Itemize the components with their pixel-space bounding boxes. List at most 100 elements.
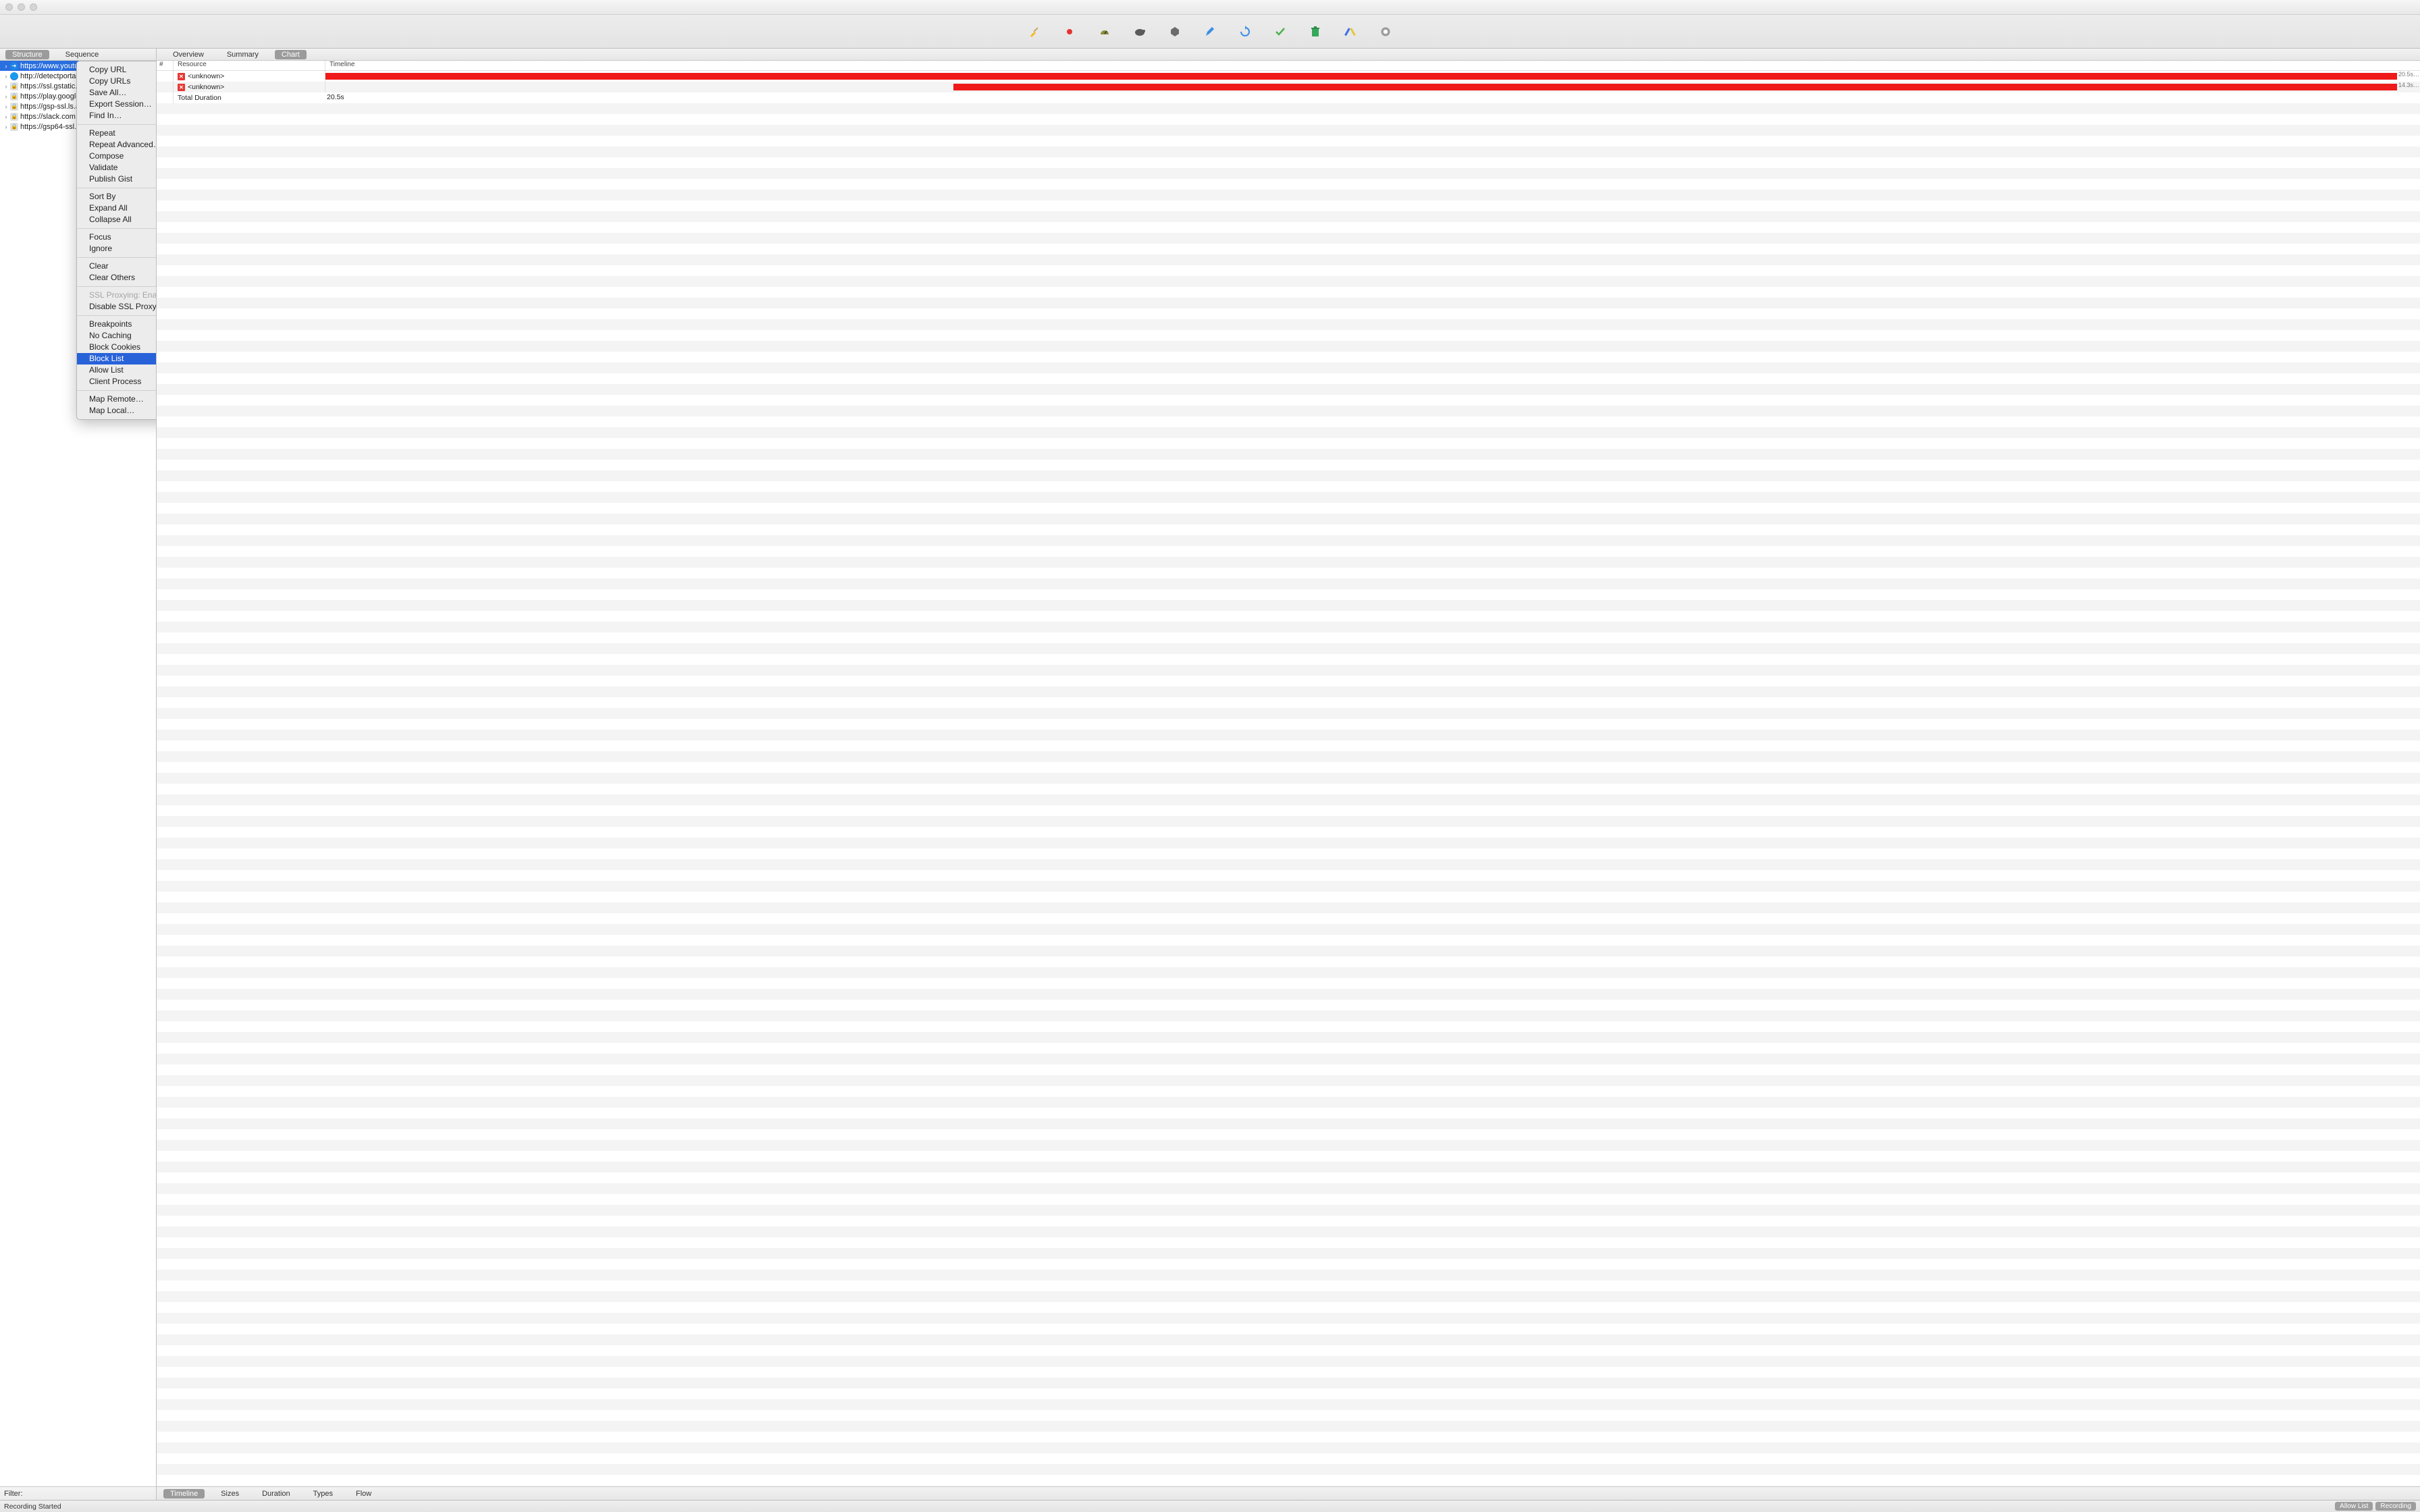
pen-icon[interactable] [1203,24,1217,39]
app-window: Structure Sequence ›➜https://www.youtube… [0,0,2420,1512]
left-panel: Structure Sequence ›➜https://www.youtube… [0,49,157,1500]
menu-item[interactable]: Find In… [77,110,156,122]
striped-bg [157,71,2420,1486]
close-icon[interactable] [5,3,13,11]
trash-icon[interactable] [1308,24,1323,39]
chevron-right-icon[interactable]: › [3,83,9,90]
status-allow-button[interactable]: Allow List [2335,1502,2373,1511]
menu-item[interactable]: Map Local… [77,405,156,416]
menu-item[interactable]: Block List [77,353,156,364]
menu-item[interactable]: Collapse All [77,214,156,225]
chart-header: # Resource Timeline [157,61,2420,71]
timeline-lane [325,82,2397,92]
menu-item[interactable]: Map Remote… [77,394,156,405]
chevron-right-icon[interactable]: › [3,73,9,80]
menu-item[interactable]: Save All… [77,87,156,99]
tab-timeline[interactable]: Timeline [163,1489,205,1498]
menu-item[interactable]: Ignore [77,243,156,254]
lock-icon: 🔒 [10,113,18,121]
menu-item[interactable]: Clear Others [77,272,156,284]
lock-icon: 🔒 [10,123,18,131]
tab-chart[interactable]: Chart [275,50,307,59]
timeline-bar [325,73,2397,80]
col-header-resource[interactable]: Resource [174,61,325,70]
menu-item[interactable]: Allow List [77,364,156,376]
menu-item: SSL Proxying: Enabled [77,290,156,301]
turtle-icon[interactable] [1132,24,1147,39]
menu-item[interactable]: Publish Gist [77,173,156,185]
throttle-icon[interactable] [1097,24,1112,39]
menu-separator [77,257,156,258]
host-tree[interactable]: ›➜https://www.youtube.com›🌐http://detect… [0,61,156,1486]
tab-structure[interactable]: Structure [5,50,49,59]
menu-item[interactable]: Breakpoints [77,319,156,330]
menu-separator [77,315,156,316]
tab-overview[interactable]: Overview [166,50,211,59]
chart-row[interactable]: ✕<unknown> 14.3s… [157,82,2420,92]
filter-bar: Filter: [0,1486,156,1500]
hex-icon[interactable] [1167,24,1182,39]
duration-label: 20.5s… [2397,71,2420,78]
titlebar [0,0,2420,15]
tab-summary[interactable]: Summary [220,50,265,59]
tools-icon[interactable] [1343,24,1358,39]
row-resource: ✕<unknown> [174,82,325,92]
refresh-icon[interactable] [1238,24,1253,39]
total-value-lane: 20.5s [325,92,2397,103]
status-recording-button[interactable]: Recording [2375,1502,2416,1511]
tab-sizes[interactable]: Sizes [214,1489,246,1498]
menu-item[interactable]: Compose [77,151,156,162]
menu-item[interactable]: Disable SSL Proxying [77,301,156,313]
tab-flow[interactable]: Flow [349,1489,378,1498]
status-bar: Recording Started Allow List Recording [0,1500,2420,1512]
menu-item[interactable]: Expand All [77,202,156,214]
check-icon[interactable] [1273,24,1288,39]
col-header-timeline[interactable]: Timeline [325,61,2420,70]
arrow-icon: ➜ [10,62,18,70]
menu-separator [77,228,156,229]
menu-item[interactable]: Export Session… [77,99,156,110]
chevron-right-icon[interactable]: › [3,124,9,130]
tab-types[interactable]: Types [307,1489,340,1498]
menu-separator [77,286,156,287]
context-menu[interactable]: Copy URLCopy URLsSave All…Export Session… [76,61,156,420]
menu-item[interactable]: Repeat Advanced… [77,139,156,151]
menu-item[interactable]: Copy URL [77,64,156,76]
broom-icon[interactable] [1027,24,1042,39]
toolbar [0,15,2420,49]
duration-label: 14.3s… [2397,82,2420,88]
menu-item[interactable]: Clear [77,261,156,272]
chart-row[interactable]: ✕<unknown>20.5s… [157,71,2420,82]
chevron-right-icon[interactable]: › [3,113,9,120]
minimize-icon[interactable] [18,3,25,11]
menu-item[interactable]: Client Process [77,376,156,387]
tab-duration[interactable]: Duration [255,1489,297,1498]
filter-input[interactable] [26,1490,153,1498]
menu-item[interactable]: Sort By [77,191,156,202]
menu-item[interactable]: Repeat [77,128,156,139]
bottom-tabs: Timeline Sizes Duration Types Flow [157,1486,2420,1500]
content: Structure Sequence ›➜https://www.youtube… [0,49,2420,1500]
row-index [157,71,174,82]
zoom-icon[interactable] [30,3,37,11]
timeline-bar [953,84,2397,90]
chevron-right-icon[interactable]: › [3,93,9,100]
lock-icon: 🔒 [10,103,18,111]
globe-icon: 🌐 [10,72,18,80]
gear-icon[interactable] [1378,24,1393,39]
record-icon[interactable] [1062,24,1077,39]
menu-item[interactable]: No Caching [77,330,156,342]
menu-item[interactable]: Copy URLs [77,76,156,87]
tab-sequence[interactable]: Sequence [59,50,106,59]
right-panel: Overview Summary Chart # Resource Timeli… [157,49,2420,1500]
lock-icon: 🔒 [10,82,18,90]
menu-separator [77,124,156,125]
total-label: Total Duration [174,92,325,103]
menu-item[interactable]: Focus [77,232,156,243]
col-header-index[interactable]: # [157,61,174,70]
filter-label: Filter: [4,1490,23,1498]
chevron-right-icon[interactable]: › [3,103,9,110]
chevron-right-icon[interactable]: › [3,63,9,70]
menu-item[interactable]: Validate [77,162,156,173]
menu-item[interactable]: Block Cookies [77,342,156,353]
